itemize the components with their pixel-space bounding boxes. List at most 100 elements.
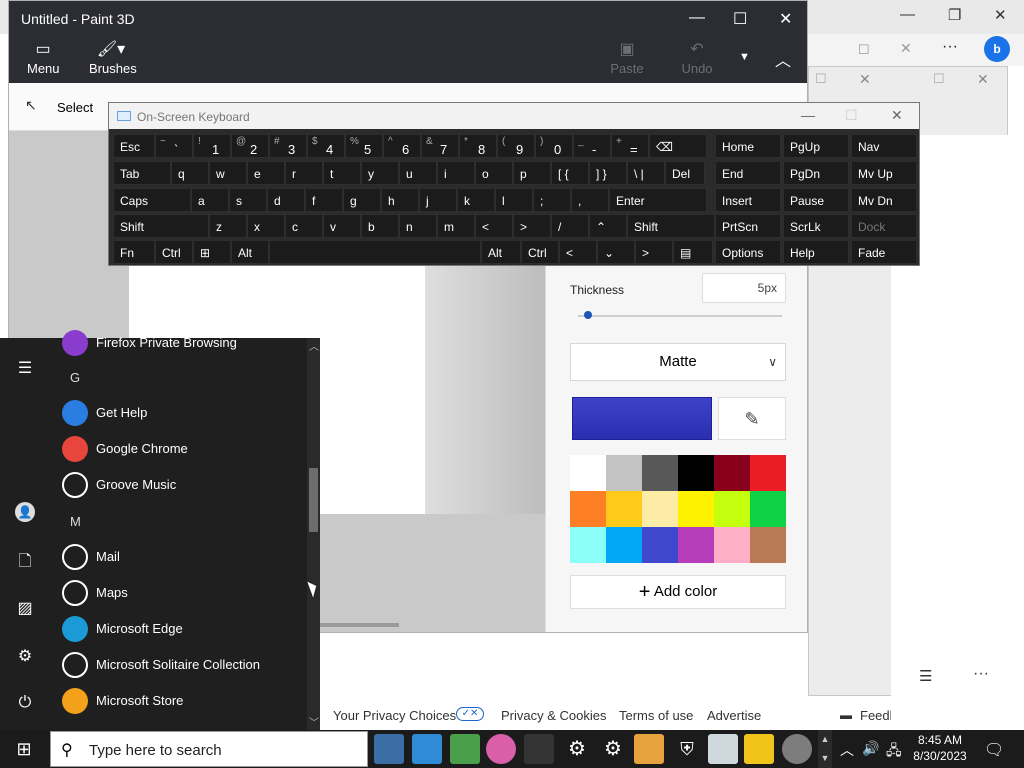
restore-icon[interactable]: ❐ xyxy=(948,6,961,24)
palette-swatch[interactable] xyxy=(678,455,714,491)
palette-swatch[interactable] xyxy=(714,455,750,491)
close-icon[interactable]: ✕ xyxy=(891,107,903,124)
app-list-item[interactable]: Microsoft Store xyxy=(62,682,302,718)
osk-key[interactable]: Ctrl xyxy=(155,240,193,264)
close-icon[interactable]: ✕ xyxy=(900,40,912,57)
osk-key[interactable]: ⌃ xyxy=(589,214,627,238)
palette-swatch[interactable] xyxy=(570,527,606,563)
osk-key[interactable]: Esc xyxy=(113,134,155,158)
palette-swatch[interactable] xyxy=(714,527,750,563)
minimize-icon[interactable]: — xyxy=(689,9,705,27)
show-hidden-icons[interactable]: ︿ xyxy=(840,740,854,760)
list-icon[interactable]: ☰ xyxy=(919,667,932,685)
osk-key[interactable]: l xyxy=(495,188,533,212)
paste-button[interactable]: ▣ Paste xyxy=(609,39,645,76)
osk-key[interactable]: p xyxy=(513,161,551,185)
settings-icon[interactable]: ⚙ xyxy=(562,734,592,764)
osk-key[interactable]: c xyxy=(285,214,323,238)
collapse-icon[interactable]: ︿ xyxy=(775,47,791,71)
undo-button[interactable]: ↶ Undo xyxy=(679,39,715,76)
osk-key[interactable]: Enter xyxy=(609,188,707,212)
notification-icon[interactable]: 🗨 xyxy=(984,740,1004,760)
clapper-taskbar-icon[interactable] xyxy=(524,734,554,764)
osk-key[interactable]: g xyxy=(343,188,381,212)
osk-key[interactable]: Nav xyxy=(851,134,917,158)
osk-key[interactable]: Shift xyxy=(113,214,209,238)
network-icon[interactable]: 🖧 xyxy=(886,740,902,764)
osk-key[interactable]: ] } xyxy=(589,161,627,185)
osk-key[interactable]: q xyxy=(171,161,209,185)
app-list-item[interactable]: Microsoft Edge xyxy=(62,610,302,646)
restore-icon[interactable]: ☐ xyxy=(815,71,827,87)
current-color-swatch[interactable] xyxy=(572,397,712,440)
osk-key[interactable]: Caps xyxy=(113,188,191,212)
select-button[interactable]: Select xyxy=(57,100,93,115)
brushes-button[interactable]: 🖌▾ Brushes xyxy=(89,39,137,76)
restore-icon[interactable]: ☐ xyxy=(933,71,945,87)
osk-key[interactable]: x xyxy=(247,214,285,238)
osk-key[interactable]: a xyxy=(191,188,229,212)
thickness-input[interactable]: 5px xyxy=(702,273,786,303)
hamburger-icon[interactable]: ☰ xyxy=(15,358,35,378)
more-icon[interactable]: ··· xyxy=(973,665,989,683)
osk-key[interactable]: ; xyxy=(533,188,571,212)
osk-key[interactable]: / xyxy=(551,214,589,238)
advertise-link[interactable]: Advertise xyxy=(707,708,761,723)
palette-swatch[interactable] xyxy=(606,491,642,527)
osk-key[interactable]: f xyxy=(305,188,343,212)
terms-link[interactable]: Terms of use xyxy=(619,708,693,723)
taskbar-app-icon[interactable] xyxy=(450,734,480,764)
osk-key[interactable]: Alt xyxy=(481,240,521,264)
privacy-toggle-icon[interactable]: ✓✕ xyxy=(456,707,484,721)
settings-icon[interactable]: ⚙ xyxy=(598,734,628,764)
taskbar-app-icon[interactable] xyxy=(412,734,442,764)
taskbar-clock[interactable]: 8:45 AM 8/30/2023 xyxy=(908,732,972,764)
app-list-item[interactable]: Maps xyxy=(62,574,302,610)
maximize-icon[interactable]: ☐ xyxy=(845,107,858,124)
horizontal-scrollbar[interactable] xyxy=(309,623,399,627)
menu-button[interactable]: ▭ Menu xyxy=(27,39,60,76)
taskbar-app-icon[interactable] xyxy=(744,734,774,764)
more-icon[interactable]: ··· xyxy=(942,38,958,56)
minimize-icon[interactable]: — xyxy=(801,107,815,123)
osk-key[interactable]: Alt xyxy=(231,240,269,264)
power-icon[interactable]: ⏻ xyxy=(15,694,35,714)
restore-icon[interactable]: ☐ xyxy=(858,42,870,58)
osk-key[interactable]: d xyxy=(267,188,305,212)
osk-key[interactable]: b xyxy=(361,214,399,238)
osk-key[interactable]: ~ ` xyxy=(155,134,193,158)
palette-swatch[interactable] xyxy=(678,527,714,563)
palette-swatch[interactable] xyxy=(714,491,750,527)
palette-swatch[interactable] xyxy=(678,491,714,527)
osk-key[interactable]: Ctrl xyxy=(521,240,559,264)
pictures-icon[interactable]: ▨ xyxy=(15,598,35,618)
osk-key[interactable]: y xyxy=(361,161,399,185)
letter-header-g[interactable]: G xyxy=(70,370,80,385)
osk-key[interactable]: o xyxy=(475,161,513,185)
chevron-down-icon[interactable]: ▼ xyxy=(739,51,750,63)
osk-key[interactable]: h xyxy=(381,188,419,212)
osk-key[interactable]: j xyxy=(419,188,457,212)
add-color-button[interactable]: + Add color xyxy=(570,575,786,609)
osk-key[interactable]: Mv Dn xyxy=(851,188,917,212)
osk-key[interactable]: * 8 xyxy=(459,134,497,158)
osk-key[interactable]: Dock xyxy=(851,214,917,238)
palette-swatch[interactable] xyxy=(750,527,786,563)
osk-key[interactable]: % 5 xyxy=(345,134,383,158)
osk-key[interactable]: u xyxy=(399,161,437,185)
volume-icon[interactable]: 🔊 xyxy=(862,740,879,757)
palette-swatch[interactable] xyxy=(570,455,606,491)
taskbar-search[interactable]: ⚲ Type here to search xyxy=(50,731,368,767)
osk-key[interactable]: (9 xyxy=(497,134,535,158)
osk-key[interactable]: w xyxy=(209,161,247,185)
minimize-icon[interactable]: — xyxy=(900,6,915,23)
osk-key[interactable]: ^ 6 xyxy=(383,134,421,158)
osk-key[interactable]: ▤ xyxy=(673,240,713,264)
osk-key[interactable]: ⌄ xyxy=(597,240,635,264)
osk-key[interactable]: v xyxy=(323,214,361,238)
osk-key[interactable]: #3 xyxy=(269,134,307,158)
paint3d-taskbar-icon[interactable] xyxy=(486,734,516,764)
user-icon[interactable]: 👤 xyxy=(15,502,35,522)
osk-key[interactable]: ⌫ xyxy=(649,134,707,158)
osk-key[interactable]: ScrLk xyxy=(783,214,849,238)
